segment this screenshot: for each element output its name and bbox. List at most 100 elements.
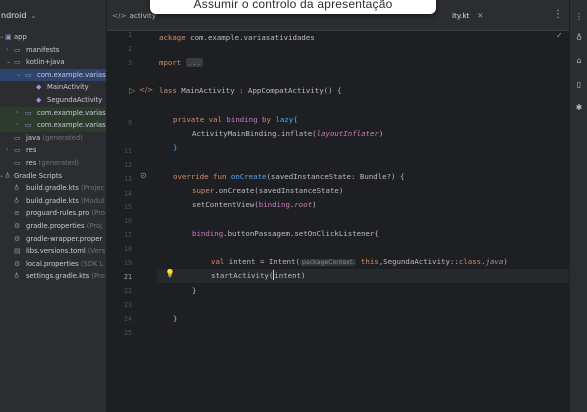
tree-item-label: libs.versions.toml (Vers: [26, 247, 106, 256]
module-folder-icon: ▣: [5, 33, 12, 41]
tree-item-gradle-wrapper[interactable]: ⚙ gradle-wrapper.proper: [0, 233, 106, 246]
tab-label: ity.kt: [452, 11, 470, 20]
line-number: 1: [128, 31, 132, 39]
tree-item-label: kotlin+java: [26, 58, 65, 67]
settings-file-icon: ⚙: [14, 259, 21, 268]
line-number: 3: [128, 59, 132, 67]
gradle-icon[interactable]: ♁: [573, 33, 585, 42]
chevron-down-icon[interactable]: ⌄: [16, 69, 22, 82]
tree-item-segundaactivity[interactable]: ◆ SegundaActivity: [0, 94, 106, 107]
project-view-selector[interactable]: ndroid ⌄: [0, 0, 106, 31]
chevron-right-icon[interactable]: ›: [16, 107, 22, 120]
tree-item-label: java (generated): [26, 133, 83, 142]
chevron-right-icon[interactable]: ›: [16, 119, 22, 132]
copilot-icon[interactable]: ✱: [573, 103, 585, 112]
code-line-10: private val binding by lazy{: [173, 115, 298, 124]
tree-item-label: gradle-wrapper.proper: [26, 234, 103, 243]
code-editor[interactable]: 1 2 3 9 11 12 13 14 15 16 17 18 19 21 22…: [107, 31, 569, 412]
code-line-14: override fun onCreate(savedInstanceState…: [173, 172, 405, 181]
tab-mainactivity[interactable]: ity.kt ✕: [452, 0, 483, 31]
tree-item-label: Gradle Scripts: [14, 171, 63, 180]
override-gutter-icon[interactable]: ⊙: [140, 171, 147, 180]
line-number: 15: [124, 203, 132, 211]
line-number: 24: [124, 315, 132, 323]
line-number: 14: [124, 190, 132, 198]
tree-item-manifests[interactable]: › ▭ manifests: [0, 44, 106, 57]
code-line-20: val intent = Intent(packageContext: this…: [211, 257, 508, 266]
close-icon[interactable]: ✕: [477, 11, 483, 20]
tree-item-mainactivity[interactable]: ◆ MainActivity: [0, 81, 106, 94]
tree-item-package-androidtest[interactable]: › ▭ com.example.varias: [0, 106, 106, 120]
tree-item-label: MainActivity: [47, 83, 89, 92]
kotlin-file-icon: ◆: [36, 95, 42, 104]
layout-gutter-icon[interactable]: </>: [139, 86, 153, 94]
xml-file-icon: </>: [112, 11, 127, 20]
tree-item-label: build.gradle.kts (Projec: [26, 184, 105, 193]
code-line-9: lass MainActivity : AppCompatActivity() …: [159, 86, 342, 95]
gradle-icon: ♁: [14, 272, 20, 281]
line-number: 12: [124, 161, 132, 169]
tree-item-label: gradle.properties (Proj: [26, 221, 103, 230]
text-file-icon: ≡: [14, 209, 20, 218]
kebab-menu-icon[interactable]: ⋮: [553, 9, 563, 20]
editor-gutter: 1 2 3 9 11 12 13 14 15 16 17 18 19 21 22…: [107, 31, 175, 412]
tree-item-settings-gradle[interactable]: ♁ settings.gradle.kts (Pro: [0, 270, 106, 283]
device-manager-icon[interactable]: ▯: [573, 80, 585, 89]
folder-icon: ▭: [14, 45, 21, 54]
tree-item-label: com.example.varias: [37, 108, 106, 117]
tree-item-build-gradle-module[interactable]: ♁ build.gradle.kts (Modul: [0, 195, 106, 208]
code-line-24: }: [173, 314, 178, 323]
folder-icon: ▭: [14, 146, 21, 155]
parameter-hint: packageContext:: [300, 259, 357, 266]
tree-item-label: app: [14, 33, 27, 41]
code-line-16: setContentView(binding.root): [192, 200, 317, 209]
chevron-down-icon[interactable]: ⌄: [6, 56, 12, 69]
tree-item-proguard[interactable]: ≡ proguard-rules.pro (Pro: [0, 207, 106, 220]
line-number: 17: [124, 231, 132, 239]
chevron-right-icon[interactable]: ›: [6, 44, 12, 57]
tree-item-libs-versions[interactable]: ▤ libs.versions.toml (Vers: [0, 245, 106, 258]
line-number: 22: [124, 287, 132, 295]
tree-item-res[interactable]: › ▭ res: [0, 144, 106, 157]
code-line-22: }: [192, 286, 197, 295]
notifications-icon[interactable]: ⌂: [573, 56, 585, 65]
code-line-3: mport ...: [159, 58, 204, 67]
tree-item-gradle-scripts[interactable]: ⌄ ♁ Gradle Scripts: [0, 170, 106, 183]
chevron-down-icon: ⌄: [30, 11, 37, 20]
folder-icon: ▭: [14, 58, 21, 67]
tree-item-java-generated[interactable]: ▭ java (generated): [0, 132, 106, 145]
run-gutter-icon[interactable]: ▷: [129, 86, 135, 95]
code-line-18: binding.buttonPassagem.setOnClickListene…: [192, 229, 379, 238]
tree-item-package-main[interactable]: ⌄ ▭ com.example.varias: [0, 68, 106, 82]
code-line-21: startActivity(intent): [211, 270, 306, 280]
chevron-right-icon[interactable]: ›: [6, 144, 12, 157]
tree-item-res-generated[interactable]: ▭ res (generated): [0, 157, 106, 170]
folded-imports[interactable]: ...: [185, 58, 204, 67]
presentation-takeover-tooltip[interactable]: Assumir o controlo da apresentação: [150, 0, 436, 14]
package-icon: ▭: [25, 121, 32, 130]
project-view-title: ndroid: [1, 11, 27, 20]
tree-item-kotlin-java[interactable]: ⌄ ▭ kotlin+java: [0, 56, 106, 69]
tree-item-label: manifests: [26, 45, 60, 54]
tree-item-label: com.example.varias: [37, 70, 106, 79]
package-icon: ▭: [25, 70, 32, 79]
tree-item-label: build.gradle.kts (Modul: [26, 196, 105, 205]
project-tree: ⌄ ▣ app › ▭ manifests ⌄ ▭ kotlin+java ⌄ …: [0, 31, 106, 283]
line-number: 13: [124, 175, 132, 183]
code-line-15: super.onCreate(savedInstanceState): [192, 186, 344, 195]
gradle-icon: ♁: [14, 196, 20, 205]
code-line-12: }: [173, 143, 178, 152]
line-number: 23: [124, 301, 132, 309]
tree-item-label: proguard-rules.pro (Pro: [26, 209, 105, 218]
kebab-menu-icon[interactable]: ⋮: [573, 12, 585, 21]
project-panel: ndroid ⌄ ⌄ ▣ app › ▭ manifests ⌄ ▭ kotli…: [0, 0, 107, 412]
code-area[interactable]: ackage com.example.variasatividades mpor…: [159, 31, 569, 412]
tree-item-local-properties[interactable]: ⚙ local.properties (SDK L: [0, 258, 106, 271]
gradle-icon: ♁: [5, 171, 11, 180]
tree-item-app[interactable]: ⌄ ▣ app: [0, 31, 106, 44]
right-tool-strip: ⋮ ♁ ⌂ ▯ ✱: [569, 0, 587, 412]
code-line-11: ActivityMainBinding.inflate(layoutInflat…: [192, 129, 384, 138]
tree-item-package-test[interactable]: › ▭ com.example.varias: [0, 119, 106, 132]
tree-item-gradle-properties[interactable]: ⚙ gradle.properties (Proj: [0, 220, 106, 233]
tree-item-build-gradle-project[interactable]: ♁ build.gradle.kts (Projec: [0, 182, 106, 195]
